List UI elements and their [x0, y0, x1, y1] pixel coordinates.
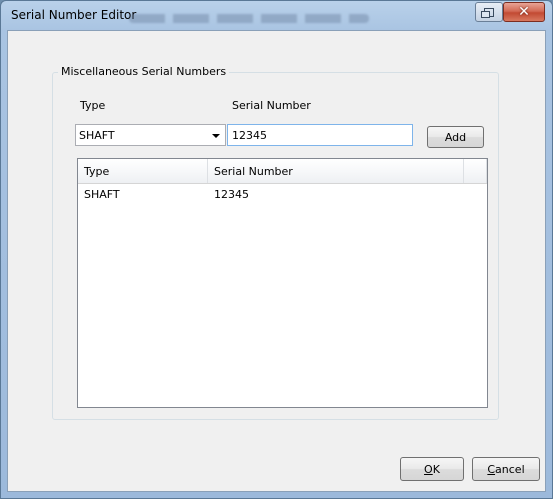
close-icon: ✕ — [518, 4, 530, 20]
serial-number-input[interactable] — [227, 124, 413, 146]
window-title: Serial Number Editor — [11, 8, 137, 22]
list-header: Type Serial Number — [78, 159, 487, 184]
column-header-serial-number[interactable]: Serial Number — [208, 159, 464, 183]
ok-label-rest: K — [432, 462, 440, 476]
close-button[interactable]: ✕ — [503, 2, 545, 22]
column-header-type[interactable]: Type — [78, 159, 208, 183]
restore-icon — [481, 7, 494, 18]
serial-number-label: Serial Number — [232, 99, 311, 112]
title-bar[interactable]: Serial Number Editor ✕ — [1, 1, 552, 31]
ok-button[interactable]: OK — [400, 457, 464, 481]
add-button[interactable]: Add — [427, 126, 484, 148]
type-combobox-value: SHAFT — [79, 129, 115, 142]
serial-numbers-list[interactable]: Type Serial Number SHAFT 12345 — [77, 158, 488, 408]
type-combobox[interactable]: SHAFT — [75, 124, 226, 146]
cancel-button[interactable]: Cancel — [472, 457, 540, 481]
cancel-mnemonic: C — [487, 462, 496, 476]
ok-mnemonic: O — [424, 462, 433, 476]
groupbox-caption: Miscellaneous Serial Numbers — [58, 65, 230, 78]
row-type-cell: SHAFT — [84, 188, 120, 201]
type-label: Type — [80, 99, 106, 112]
table-row[interactable]: SHAFT 12345 — [78, 185, 487, 203]
cancel-label-rest: ancel — [495, 462, 525, 476]
chevron-down-icon[interactable] — [212, 134, 220, 138]
restore-button[interactable] — [475, 2, 503, 22]
blurred-background-titles — [129, 14, 369, 23]
column-header-filler — [464, 159, 487, 183]
row-serial-cell: 12345 — [214, 188, 249, 201]
